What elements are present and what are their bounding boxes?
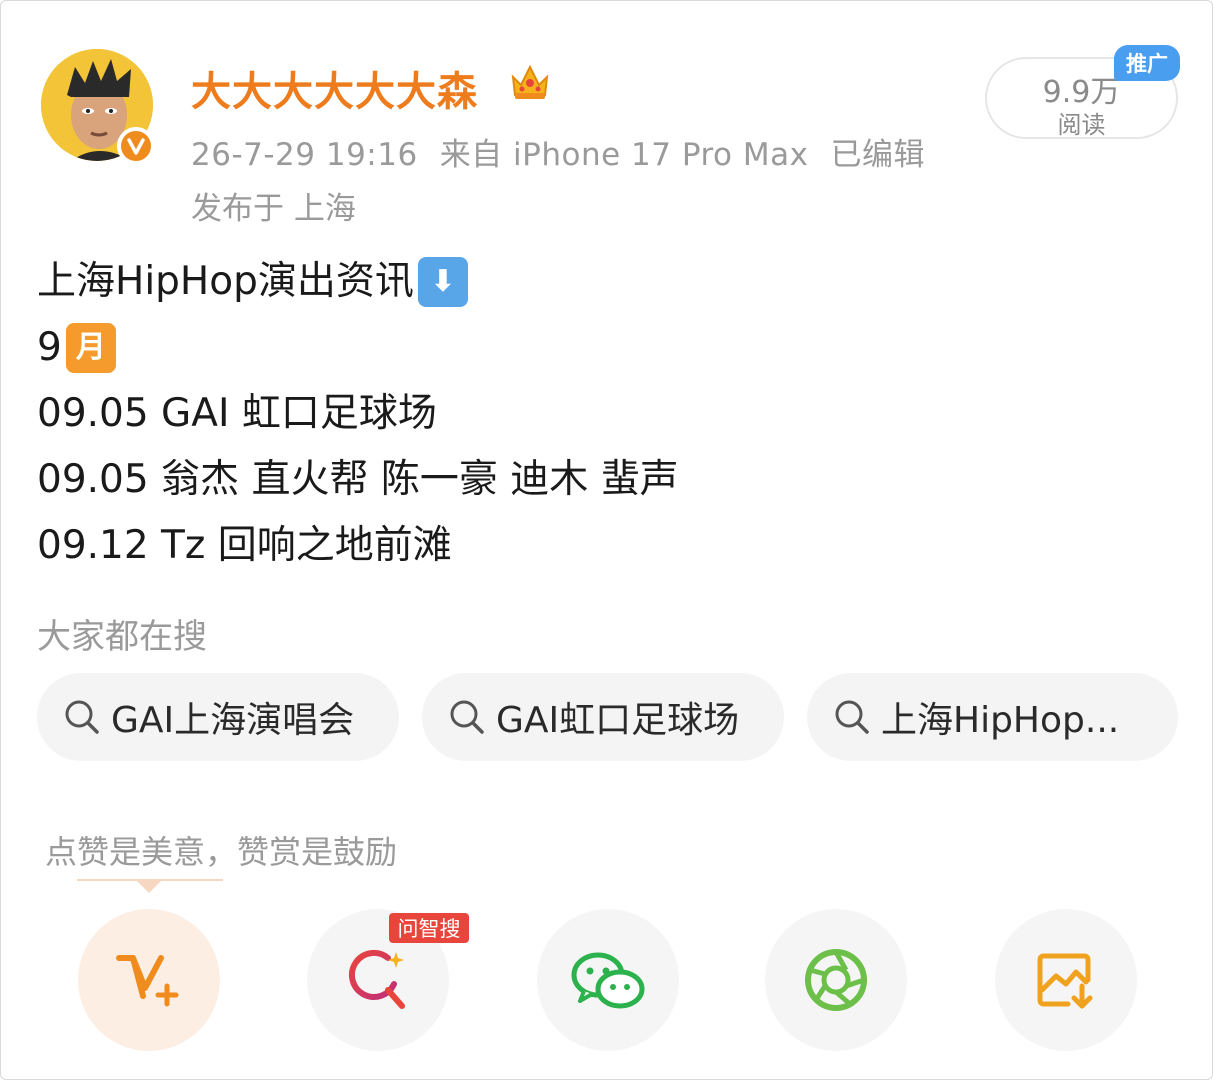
share-wechat-button[interactable]	[537, 909, 679, 1051]
reward-hint: 点赞是美意，赞赏是鼓励	[45, 833, 398, 871]
post-line: 09.05 GAI 虹口足球场	[37, 391, 437, 436]
post-line-text: 上海HipHop演出资讯	[37, 259, 414, 304]
search-icon	[65, 700, 99, 734]
share-moments-button[interactable]	[765, 909, 907, 1051]
post-line: 9 月	[37, 315, 1177, 381]
search-icon	[450, 700, 484, 734]
search-chip[interactable]: GAI上海演唱会	[37, 673, 399, 761]
post-line-text: 9	[37, 325, 62, 370]
search-chip[interactable]: 上海HipHop...	[807, 673, 1178, 761]
search-chip-label: GAI上海演唱会	[111, 700, 355, 741]
post-source: 来自 iPhone 17 Pro Max	[439, 137, 809, 173]
ai-search-icon	[348, 949, 405, 1009]
post-content: 上海HipHop演出资讯 ⬇ 9 月 09.05 GAI 虹口足球场 09.05…	[37, 249, 1177, 579]
post-line: 09.12 Tz 回响之地前滩	[37, 523, 452, 568]
read-label: 阅读	[1057, 111, 1106, 139]
down-arrow-emoji-icon: ⬇	[417, 257, 468, 307]
crown-icon	[507, 59, 553, 105]
post-location: 发布于 上海	[191, 191, 356, 227]
save-image-icon	[1037, 953, 1093, 1009]
post-meta: 26-7-29 19:16 来自 iPhone 17 Pro Max 已编辑	[191, 129, 947, 174]
author-name[interactable]: 大大大大大大森	[191, 59, 478, 115]
search-icon	[835, 700, 869, 734]
search-suggest-title: 大家都在搜	[37, 617, 207, 657]
search-chip-label: GAI虹口足球场	[496, 700, 740, 741]
post-card: 大大大大大大森 26-7-29 19:16 来自 iPhone 17 Pro Ma…	[0, 0, 1213, 1080]
save-image-button[interactable]	[995, 909, 1137, 1051]
hint-pointer	[137, 881, 161, 893]
moments-icon	[805, 949, 867, 1011]
search-chip[interactable]: GAI虹口足球场	[422, 673, 784, 761]
ai-search-badge: 问智搜	[389, 913, 469, 943]
vplus-button[interactable]	[78, 909, 220, 1051]
vplus-icon	[116, 955, 179, 1007]
promo-badge[interactable]: 推广	[1114, 45, 1180, 81]
wechat-icon	[571, 952, 645, 1009]
month-emoji-icon: 月	[65, 323, 116, 373]
post-time: 26-7-29 19:16	[191, 137, 418, 173]
post-line: 上海HipHop演出资讯 ⬇	[37, 249, 1177, 315]
edited-label[interactable]: 已编辑	[830, 137, 925, 173]
post-line: 09.05 翁杰 直火帮 陈一豪 迪木 蜚声	[37, 457, 679, 502]
verified-v-icon	[117, 127, 155, 165]
search-chip-label: 上海HipHop...	[881, 700, 1120, 741]
